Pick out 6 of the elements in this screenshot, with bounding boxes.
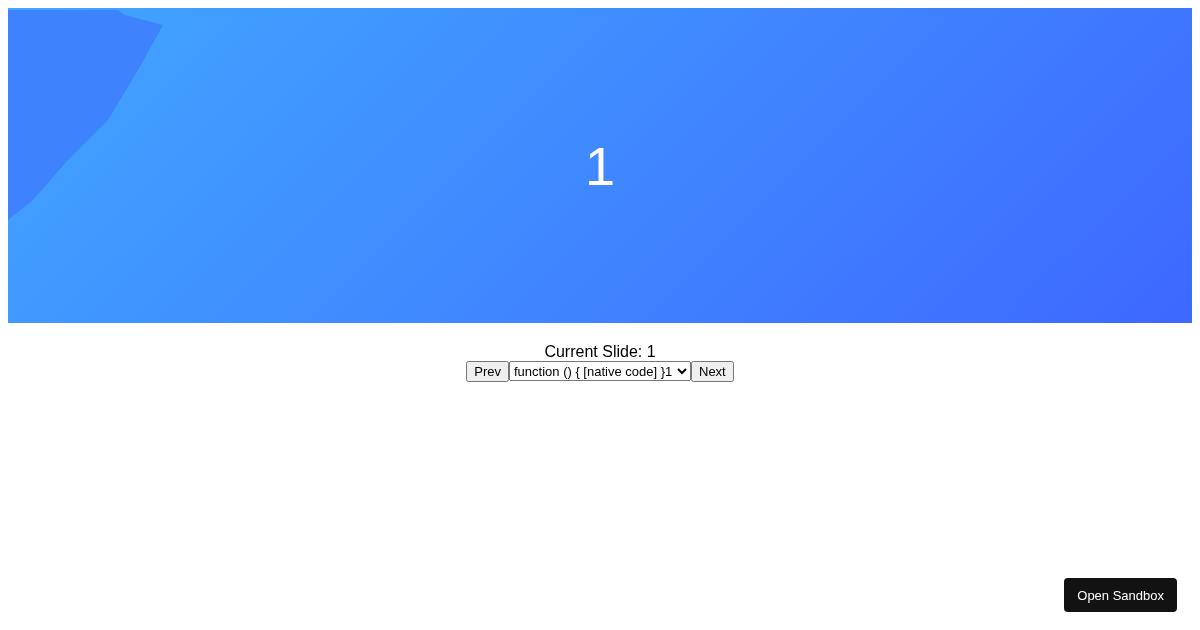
slide-number: 1: [584, 134, 615, 197]
slide-select[interactable]: function () { [native code] }1: [509, 361, 691, 381]
open-sandbox-button[interactable]: Open Sandbox: [1064, 578, 1177, 612]
current-slide-label: Current Slide: 1: [543, 342, 657, 361]
prev-button[interactable]: Prev: [466, 361, 509, 382]
next-button[interactable]: Next: [691, 361, 734, 382]
